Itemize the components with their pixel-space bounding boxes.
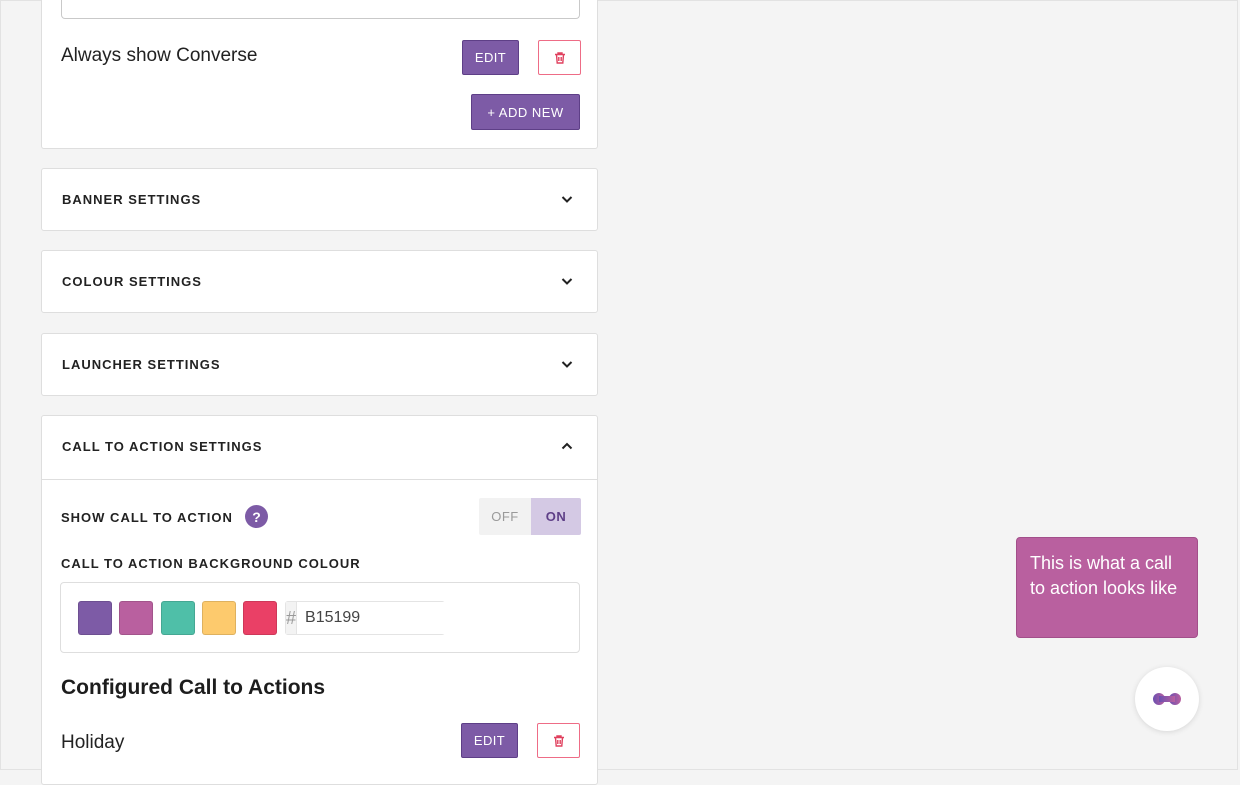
colour-settings-title: COLOUR SETTINGS <box>62 274 202 289</box>
toggle-off-option[interactable]: OFF <box>479 498 531 535</box>
question-icon[interactable]: ? <box>245 505 268 528</box>
add-new-button[interactable]: + ADD NEW <box>471 94 580 130</box>
cta-section-header[interactable]: CALL TO ACTION SETTINGS <box>42 416 597 480</box>
hex-colour-field: # <box>285 601 515 635</box>
chevron-down-icon[interactable] <box>559 356 575 372</box>
colour-swatch-yellow[interactable] <box>202 601 236 635</box>
colour-picker: # <box>60 582 580 653</box>
cta-settings-title: CALL TO ACTION SETTINGS <box>62 439 263 454</box>
toggle-on-option[interactable]: ON <box>531 498 581 535</box>
colour-swatch-red[interactable] <box>243 601 277 635</box>
rule-label: Always show Converse <box>61 45 258 66</box>
edit-cta-button[interactable]: EDIT <box>461 723 518 758</box>
show-cta-label: SHOW CALL TO ACTION <box>61 510 233 525</box>
chevron-down-icon[interactable] <box>559 191 575 207</box>
cta-preview-tooltip: This is what a call to action looks like <box>1016 537 1198 638</box>
chat-launcher-icon <box>1153 693 1181 705</box>
cta-bg-colour-label: CALL TO ACTION BACKGROUND COLOUR <box>61 556 361 571</box>
chevron-down-icon[interactable] <box>559 273 575 289</box>
call-to-action-settings-section: CALL TO ACTION SETTINGS SHOW CALL TO ACT… <box>41 415 598 785</box>
delete-cta-button[interactable] <box>537 723 580 758</box>
edit-rule-button[interactable]: EDIT <box>462 40 519 75</box>
chevron-up-icon[interactable] <box>559 438 575 454</box>
chat-launcher-button[interactable] <box>1135 667 1199 731</box>
launcher-settings-title: LAUNCHER SETTINGS <box>62 357 221 372</box>
hash-prefix: # <box>286 602 298 634</box>
launcher-settings-section[interactable]: LAUNCHER SETTINGS <box>41 333 598 396</box>
show-cta-toggle[interactable]: OFF ON <box>479 498 581 535</box>
colour-swatch-pink[interactable] <box>119 601 153 635</box>
rule-input-field[interactable] <box>61 0 580 19</box>
trash-icon <box>553 734 564 747</box>
trash-icon <box>554 51 565 64</box>
configured-cta-label: Holiday <box>61 732 125 753</box>
colour-swatch-purple[interactable] <box>78 601 112 635</box>
banner-settings-section[interactable]: BANNER SETTINGS <box>41 168 598 231</box>
colour-settings-section[interactable]: COLOUR SETTINGS <box>41 250 598 313</box>
display-rules-card: Always show Converse EDIT + ADD NEW <box>41 0 598 149</box>
hex-colour-input[interactable] <box>297 602 515 634</box>
configured-cta-heading: Configured Call to Actions <box>61 676 326 699</box>
delete-rule-button[interactable] <box>538 40 581 75</box>
banner-settings-title: BANNER SETTINGS <box>62 192 202 207</box>
colour-swatch-teal[interactable] <box>161 601 195 635</box>
